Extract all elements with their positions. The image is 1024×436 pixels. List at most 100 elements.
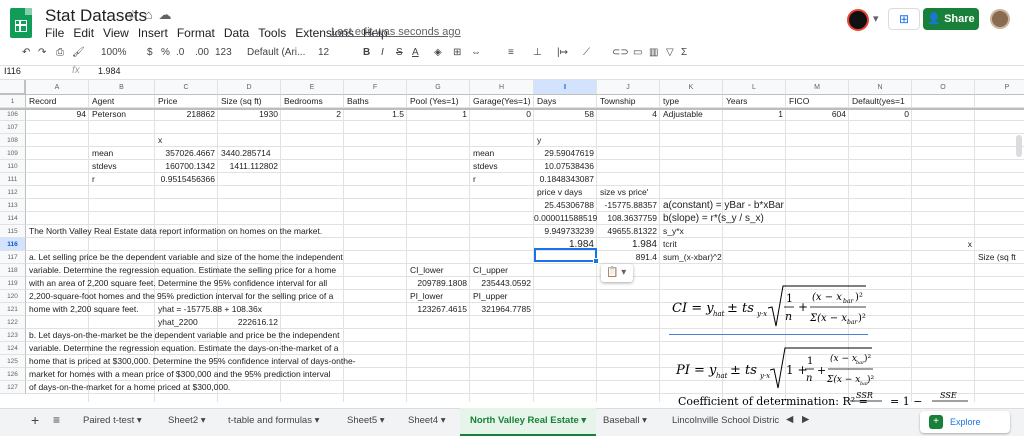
cell-E1[interactable]: Bedrooms	[284, 95, 323, 108]
cell-I109[interactable]: 29.59047619	[534, 147, 594, 160]
cell-B109[interactable]: mean	[92, 147, 113, 160]
sheet-tab-sheet5[interactable]: Sheet5 ▾	[347, 415, 385, 426]
row-header-1[interactable]: 1	[0, 95, 26, 108]
column-header-c[interactable]: C	[155, 80, 218, 95]
cell-D106[interactable]: 1930	[218, 108, 278, 121]
cell-A118[interactable]: variable. Determine the regression equat…	[29, 264, 336, 277]
scroll-tabs-right-icon[interactable]: ▶	[802, 414, 809, 425]
cell-K116[interactable]: tcrit	[663, 238, 677, 251]
column-header-l[interactable]: L	[723, 80, 786, 95]
cell-D109[interactable]: 3440.285714	[221, 147, 271, 160]
sheet-tab-sheet4[interactable]: Sheet4 ▾	[408, 415, 446, 426]
column-header-d[interactable]: D	[218, 80, 281, 95]
column-header-a[interactable]: A	[26, 80, 89, 95]
column-header-m[interactable]: M	[786, 80, 849, 95]
cell-H121[interactable]: 321964.7785	[470, 303, 531, 316]
cell-H120[interactable]: PI_upper	[473, 290, 508, 303]
cell-F106[interactable]: 1.5	[344, 108, 404, 121]
cell-G120[interactable]: PI_lower	[410, 290, 443, 303]
cell-K114[interactable]: b(slope) = r*(s_y / s_x)	[663, 212, 764, 225]
cell-A127[interactable]: of days-on-the-market for a home priced …	[29, 381, 230, 394]
cell-C109[interactable]: 357026.4667	[155, 147, 215, 160]
cell-C108[interactable]: x	[158, 134, 162, 147]
cell-C1[interactable]: Price	[158, 95, 177, 108]
cell-I114[interactable]: 0.000011588519	[534, 212, 597, 225]
cell-B111[interactable]: r	[92, 173, 95, 186]
cell-P117[interactable]: Size (sq ft	[978, 251, 1016, 264]
cell-D110[interactable]: 1411.112802	[218, 160, 278, 173]
cell-K117[interactable]: sum_(x-xbar)^2	[663, 251, 722, 264]
column-header-e[interactable]: E	[281, 80, 344, 95]
row-header-113[interactable]: 113	[0, 199, 26, 212]
vertical-scrollbar[interactable]	[1016, 135, 1022, 157]
cell-N106[interactable]: 0	[849, 108, 909, 121]
cell-E106[interactable]: 2	[281, 108, 341, 121]
column-header-k[interactable]: K	[660, 80, 723, 95]
sheet-tab-paired-t-test[interactable]: Paired t-test ▾	[83, 415, 142, 426]
cell-A119[interactable]: with an area of 2,200 square feet. Deter…	[29, 277, 327, 290]
row-header-127[interactable]: 127	[0, 381, 26, 394]
cell-J115[interactable]: 49655.81322	[597, 225, 657, 238]
cell-H110[interactable]: stdevs	[473, 160, 498, 173]
cell-I111[interactable]: 0.1848343087	[534, 173, 594, 186]
row-header-109[interactable]: 109	[0, 147, 26, 160]
column-header-j[interactable]: J	[597, 80, 660, 95]
scroll-tabs-left-icon[interactable]: ◀	[786, 414, 793, 425]
row-header-117[interactable]: 117	[0, 251, 26, 264]
cell-A124[interactable]: variable. Determine the regression equat…	[29, 342, 338, 355]
row-header-118[interactable]: 118	[0, 264, 26, 277]
cell-D1[interactable]: Size (sq ft)	[221, 95, 262, 108]
cell-C110[interactable]: 160700.1342	[155, 160, 215, 173]
cell-B106[interactable]: Peterson	[92, 108, 126, 121]
cell-B110[interactable]: stdevs	[92, 160, 117, 173]
cell-C111[interactable]: 0.9515456366	[155, 173, 215, 186]
cell-K115[interactable]: s_y*x	[663, 225, 684, 238]
sheet-tab-sheet2[interactable]: Sheet2 ▾	[168, 415, 206, 426]
paste-options-chip[interactable]: 📋 ▾	[601, 264, 633, 282]
cell-H118[interactable]: CI_upper	[473, 264, 508, 277]
cell-L106[interactable]: 1	[723, 108, 783, 121]
cell-G118[interactable]: CI_lower	[410, 264, 444, 277]
cell-A125[interactable]: home that is priced at $300,000. Determi…	[29, 355, 356, 368]
cell-C121[interactable]: yhat = -15775.88 + 108.36x	[158, 303, 262, 316]
cell-D122[interactable]: 222616.12	[218, 316, 278, 329]
row-header-110[interactable]: 110	[0, 160, 26, 173]
cell-J1[interactable]: Township	[600, 95, 635, 108]
cell-A106[interactable]: 94	[26, 108, 86, 121]
row-header-121[interactable]: 121	[0, 303, 26, 316]
sheet-tab-baseball[interactable]: Baseball ▾	[603, 415, 647, 426]
column-header-n[interactable]: N	[849, 80, 912, 95]
cell-B1[interactable]: Agent	[92, 95, 114, 108]
cell-G1[interactable]: Pool (Yes=1)	[410, 95, 459, 108]
cell-I113[interactable]: 25.45306788	[534, 199, 594, 212]
row-header-108[interactable]: 108	[0, 134, 26, 147]
cell-A121[interactable]: home with 2,200 square feet.	[29, 303, 139, 316]
cell-J106[interactable]: 4	[597, 108, 657, 121]
cell-J116[interactable]: 1.984	[597, 238, 657, 251]
cell-O116[interactable]: x	[912, 238, 972, 251]
cell-H1[interactable]: Garage(Yes=1)	[473, 95, 531, 108]
cell-G121[interactable]: 123267.4615	[407, 303, 467, 316]
cell-A126[interactable]: market for homes with a mean price of $3…	[29, 368, 330, 381]
row-header-114[interactable]: 114	[0, 212, 26, 225]
row-header-123[interactable]: 123	[0, 329, 26, 342]
row-header-119[interactable]: 119	[0, 277, 26, 290]
cell-I112[interactable]: price v days	[537, 186, 582, 199]
sheet-tab-t-table[interactable]: t-table and formulas ▾	[228, 415, 319, 426]
column-header-f[interactable]: F	[344, 80, 407, 95]
add-sheet-icon[interactable]: +	[31, 412, 39, 428]
selected-cell-I116[interactable]	[534, 248, 597, 262]
cell-M1[interactable]: FICO	[789, 95, 809, 108]
cell-M106[interactable]: 604	[786, 108, 846, 121]
cell-A123[interactable]: b. Let days-on-the-market be the depende…	[29, 329, 339, 342]
column-header-o[interactable]: O	[912, 80, 975, 95]
cell-A117[interactable]: a. Let selling price be the dependent va…	[29, 251, 343, 264]
cell-I110[interactable]: 10.07538436	[534, 160, 594, 173]
row-header-107[interactable]: 107	[0, 121, 26, 134]
cell-C122[interactable]: yhat_2200	[158, 316, 198, 329]
fill-handle[interactable]	[593, 258, 599, 264]
row-header-125[interactable]: 125	[0, 355, 26, 368]
cell-H109[interactable]: mean	[473, 147, 494, 160]
cell-I106[interactable]: 58	[534, 108, 594, 121]
row-header-120[interactable]: 120	[0, 290, 26, 303]
